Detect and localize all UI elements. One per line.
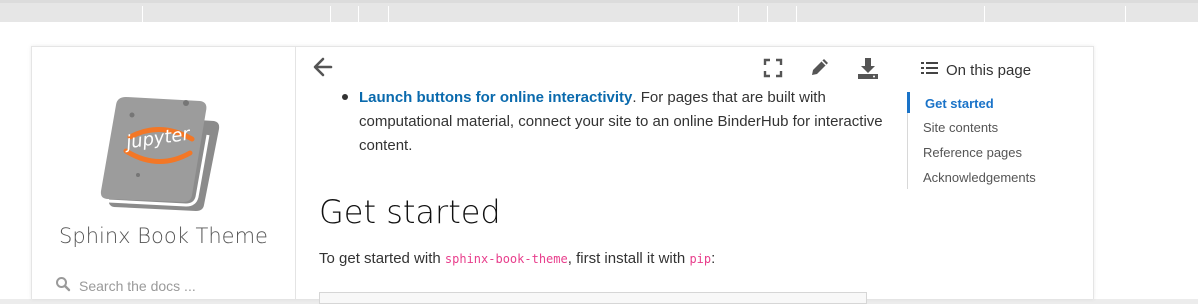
intro-text: , first install it with	[567, 250, 690, 267]
bullet-marker	[342, 94, 348, 100]
arrow-left-icon[interactable]	[311, 56, 335, 83]
toc-item-reference-pages[interactable]: Reference pages	[923, 145, 1022, 160]
toc-active-indicator	[907, 92, 910, 113]
intro-text: To get started with	[319, 250, 445, 267]
toc-item-get-started[interactable]: Get started	[925, 96, 994, 111]
download-icon[interactable]	[856, 56, 880, 85]
inline-code: sphinx-book-theme	[444, 252, 568, 266]
browser-tab-strip	[0, 0, 1198, 24]
intro-text: :	[711, 250, 716, 267]
section-heading: Get started	[319, 193, 501, 231]
fullscreen-icon[interactable]	[763, 58, 783, 83]
toc-title: On this page	[946, 61, 1032, 79]
search-bar[interactable]	[55, 276, 275, 296]
code-block[interactable]	[319, 292, 867, 304]
feature-bullet: Launch buttons for online interactivity.…	[359, 86, 899, 158]
list-icon	[921, 61, 938, 79]
intro-paragraph: To get started with sphinx-book-theme, f…	[319, 250, 715, 267]
inline-code: pip	[689, 252, 712, 266]
toc-item-acknowledgements[interactable]: Acknowledgements	[923, 170, 1036, 185]
jupyter-book-logo[interactable]: jupyter	[96, 95, 226, 215]
toc-item-site-contents[interactable]: Site contents	[923, 120, 998, 135]
site-title[interactable]: Sphinx Book Theme	[31, 224, 296, 248]
toc-header: On this page	[921, 61, 1031, 79]
pencil-icon[interactable]	[809, 56, 831, 83]
search-input[interactable]	[79, 278, 269, 294]
search-icon	[55, 276, 71, 297]
launch-buttons-link[interactable]: Launch buttons for online interactivity	[359, 89, 632, 106]
